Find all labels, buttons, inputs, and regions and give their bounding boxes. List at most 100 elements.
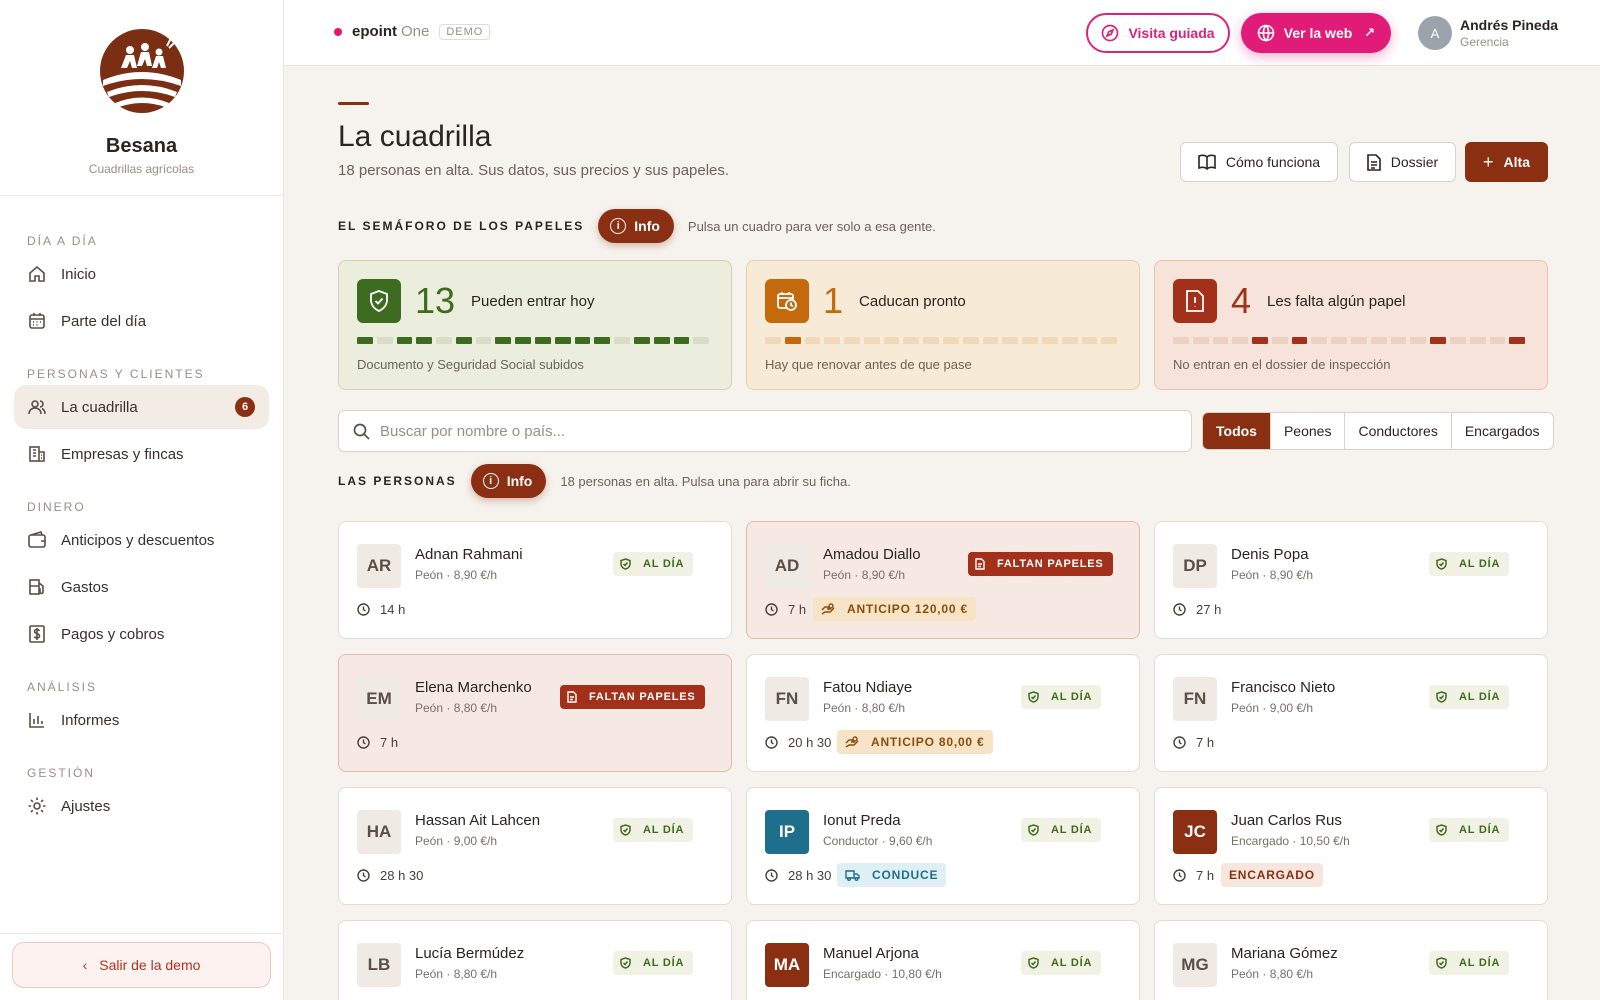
sidebar-item-anticipos[interactable]: Anticipos y descuentos [14,518,269,562]
person-name: Manuel Arjona [823,945,919,962]
segment-filled [633,337,650,344]
person-avatar: MA [765,943,809,987]
filter-conductores[interactable]: Conductores [1344,413,1450,449]
nav-section-title: DÍA A DÍA [27,234,98,248]
clock-icon [1173,736,1191,749]
person-role-rate: Peón · 8,90 €/h [415,568,498,582]
sidebar-item-label: Anticipos y descuentos [61,531,215,549]
hours-text: 7 h [380,735,399,750]
shield-check-icon [1436,824,1453,836]
person-card[interactable]: MG Mariana Gómez Peón · 8,80 €/h AL DÍA [1154,920,1548,1000]
sidebar-item-inicio[interactable]: Inicio [14,252,269,296]
add-person-label: Alta [1503,154,1530,170]
status-badge-ok: AL DÍA [1429,552,1510,576]
exit-demo-button[interactable]: ‹ Salir de la demo [12,942,271,988]
sidebar-item-pagos-y-cobros[interactable]: Pagos y cobros [14,612,269,656]
nav-section-title: PERSONAS Y CLIENTES [27,367,205,381]
sidebar-item-gastos[interactable]: Gastos [14,565,269,609]
segment-filled [653,337,670,344]
users-icon [27,397,47,417]
section-hint: 18 personas en alta. Pulsa una para abri… [560,473,851,489]
segment-empty [1331,337,1348,344]
status-badge-ok: AL DÍA [1429,951,1510,975]
segment-empty [923,337,940,344]
person-card[interactable]: LB Lucía Bermúdez Peón · 8,80 €/h AL DÍA [338,920,732,1000]
exit-demo-label: Salir de la demo [99,957,201,973]
semaforo-foot: No entran en el dossier de inspección [1173,357,1391,372]
semaforo-card-soon[interactable]: 1 Caducan pronto Hay que renovar antes d… [746,260,1140,390]
hours-text: 28 h 30 [380,868,424,883]
person-card[interactable]: EM Elena Marchenko Peón · 8,80 €/h FALTAN P… [338,654,732,772]
external-link-icon: ↗ [1364,25,1376,40]
segment-filled [396,337,413,344]
person-card[interactable]: AR Adnan Rahmani Peón · 8,90 €/h AL DÍA 14 h [338,521,732,639]
person-role-rate: Encargado · 10,50 €/h [1231,834,1350,848]
hours-worked: 28 h 30 [357,868,423,883]
person-card[interactable]: MA Manuel Arjona Encargado · 10,80 €/h AL D… [746,920,1140,1000]
person-card[interactable]: FN Francisco Nieto Peón · 9,00 €/h AL DÍA 7 … [1154,654,1548,772]
segment-empty [765,337,781,344]
add-person-button[interactable]: + Alta [1465,142,1548,182]
status-text: FALTAN PAPELES [997,558,1104,570]
user-menu[interactable]: A Andrés Pineda Gerencia [1418,16,1558,50]
sidebar-item-empresas-y-fincas[interactable]: Empresas y fincas [14,432,269,476]
segment-filled [1509,337,1526,344]
view-web-button[interactable]: Ver la web ↗ [1241,13,1391,53]
segment-empty [1311,337,1328,344]
clock-icon [765,736,783,749]
person-card[interactable]: JC Juan Carlos Rus Encargado · 10,50 €/h AL… [1154,787,1548,905]
sidebar-item-ajustes[interactable]: Ajustes [14,784,269,828]
filter-todos[interactable]: Todos [1203,413,1270,449]
segment-empty [883,337,900,344]
status-badge-ok: AL DÍA [1021,951,1102,975]
semaforo-card-ok[interactable]: 13 Pueden entrar hoy Documento y Segurid… [338,260,732,390]
person-name: Francisco Nieto [1231,679,1336,696]
segment-filled [673,337,690,344]
status-text: AL DÍA [1459,691,1501,703]
hours-text: 7 h [1196,868,1215,883]
shield-check-icon [620,957,637,969]
person-name: Fatou Ndiaye [823,679,913,696]
search-input[interactable] [380,422,1140,440]
semaforo-info-button[interactable]: i Info [598,209,674,243]
home-icon [27,264,47,284]
nav-section-title: DINERO [27,500,86,514]
building-icon [27,444,47,464]
person-card[interactable]: IP Ionut Preda Conductor · 9,60 €/h AL DÍA 2… [746,787,1140,905]
clock-icon [1173,603,1191,616]
person-avatar: HA [357,810,401,854]
segment-empty [962,337,979,344]
hours-worked: 14 h [357,602,405,617]
segment-filled [574,337,591,344]
sidebar-item-parte-del-dia[interactable]: Parte del día [14,299,269,343]
filter-encargados[interactable]: Encargados [1450,413,1553,449]
status-badge-ok: AL DÍA [1021,685,1102,709]
sidebar-item-la-cuadrilla[interactable]: La cuadrilla 6 [14,385,269,429]
compass-icon [1102,24,1119,42]
person-card[interactable]: AD Amadou Diallo Peón · 8,90 €/h FALTAN PAP… [746,521,1140,639]
hours-worked: 7 h [357,735,398,750]
filter-peones[interactable]: Peones [1269,413,1344,449]
person-avatar: FN [1173,677,1217,721]
segment-filled [416,337,433,344]
segment-filled [1291,337,1308,344]
dossier-button[interactable]: Dossier [1349,142,1456,182]
person-card[interactable]: HA Hassan Ait Lahcen Peón · 9,00 €/h AL DÍA… [338,787,732,905]
bar-chart-icon [27,710,47,730]
person-role-rate: Encargado · 10,80 €/h [823,967,942,981]
book-icon [1198,154,1216,170]
person-avatar: AD [765,544,809,588]
semaforo-card-missing[interactable]: 4 Les falta algún papel No entran en el … [1154,260,1548,390]
person-card[interactable]: DP Denis Popa Peón · 8,90 €/h AL DÍA 27 h [1154,521,1548,639]
tag-text: CONDUCE [872,868,939,882]
sidebar-item-informes[interactable]: Informes [14,698,269,742]
role-filter: Todos Peones Conductores Encargados [1202,412,1554,450]
how-it-works-button[interactable]: Cómo funciona [1180,142,1338,182]
search-box[interactable] [338,410,1192,452]
segment-empty [1489,337,1506,344]
person-card[interactable]: FN Fatou Ndiaye Peón · 8,80 €/h AL DÍA 20 h … [746,654,1140,772]
personas-info-button[interactable]: i Info [470,464,547,498]
segment-filled [594,337,611,344]
segment-empty [376,337,393,344]
guided-tour-button[interactable]: Visita guiada [1086,13,1230,53]
